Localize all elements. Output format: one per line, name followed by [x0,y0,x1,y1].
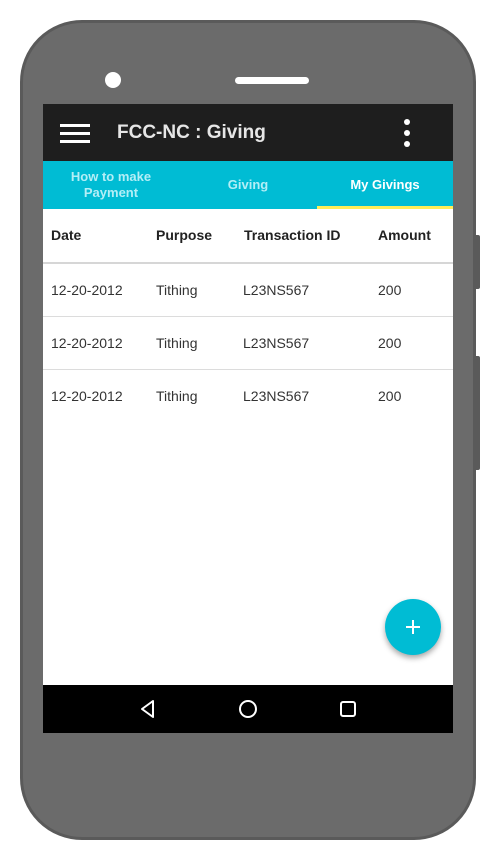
hamburger-menu-icon[interactable] [60,124,90,144]
home-icon[interactable] [237,698,259,720]
cell-date: 12-20-2012 [51,388,123,404]
front-camera [105,72,121,88]
cell-transaction-id: L23NS567 [243,388,310,404]
earpiece-speaker [235,77,309,84]
cell-date: 12-20-2012 [51,335,123,351]
column-header-date: Date [51,227,82,243]
tab-label: Giving [227,177,269,192]
power-button [474,356,480,470]
cell-purpose: Tithing [156,388,198,404]
cell-amount: 200 [378,335,402,351]
table-row[interactable]: 12-20-2012 Tithing L23NS567 200 [43,370,453,422]
recents-icon[interactable] [337,698,359,720]
volume-button [474,235,480,289]
tab-giving[interactable]: Giving [180,161,316,209]
tab-label-line: How to make [70,169,152,184]
column-header-amount: Amount [378,227,431,243]
tab-indicator [317,206,453,209]
column-header-purpose: Purpose [156,227,213,243]
system-nav-bar [43,685,453,733]
page-title: FCC-NC : Giving [117,122,266,143]
table-row[interactable]: 12-20-2012 Tithing L23NS567 200 [43,264,453,316]
cell-date: 12-20-2012 [51,282,123,298]
tab-my-givings[interactable]: My Givings [317,161,453,209]
cell-amount: 200 [378,388,402,404]
app-toolbar: FCC-NC : Giving [43,104,453,161]
column-header-transaction-id: Transaction ID [244,227,341,243]
tab-label-line: Payment [83,185,139,200]
add-giving-button[interactable] [385,599,441,655]
tab-how-to-make-payment[interactable]: How to make Payment [43,161,179,209]
cell-purpose: Tithing [156,335,198,351]
tab-bar: How to make Payment Giving My Givings [43,161,453,209]
table-row[interactable]: 12-20-2012 Tithing L23NS567 200 [43,317,453,369]
cell-amount: 200 [378,282,402,298]
cell-purpose: Tithing [156,282,198,298]
cell-transaction-id: L23NS567 [243,282,310,298]
app-screen: FCC-NC : Giving How to make Payment Givi… [43,104,453,733]
back-icon[interactable] [137,698,159,720]
tab-label: My Givings [350,177,420,192]
cell-transaction-id: L23NS567 [243,335,310,351]
more-vert-icon[interactable] [399,117,415,149]
